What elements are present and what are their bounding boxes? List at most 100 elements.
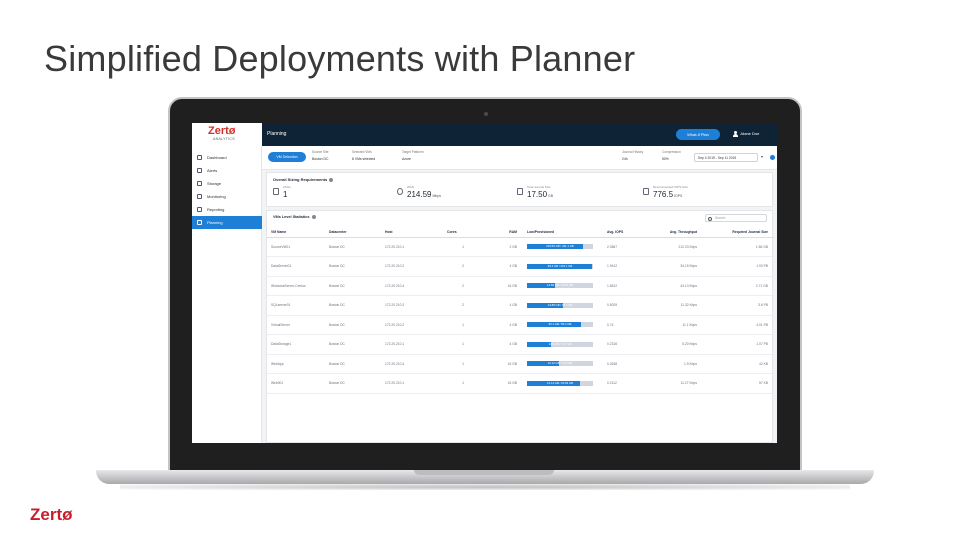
column-header[interactable]: Host — [381, 227, 443, 238]
table-row[interactable]: WindowsServer-Centos Boston DC 172.20.210.… — [267, 276, 774, 296]
metric-value: 1 — [283, 190, 288, 199]
table-cell: 0.2638 — [603, 354, 645, 374]
search-input[interactable]: Search — [705, 214, 767, 222]
table-row[interactable]: WebApp Boston DC 172.20.210.4 1 16 GB 10.12 G… — [267, 354, 774, 374]
provisioned-bar-cell: 12.89 GB / 149.5 GB — [523, 276, 603, 296]
provisioned-bar: 10.12 GB / 19.9 GB — [527, 361, 593, 367]
what-if-plan-button[interactable]: What-if Plan — [676, 129, 720, 140]
page-title: Planning — [267, 131, 287, 137]
metric-number: 17.50 — [527, 190, 548, 199]
column-header[interactable]: Required Journal Size — [703, 227, 774, 238]
laptop-notch — [414, 470, 554, 475]
table-cell: 172.20.210.4 — [381, 354, 443, 374]
table-cell: 1.56 GB — [703, 237, 774, 257]
table-cell: Boston DC — [325, 237, 381, 257]
column-header[interactable]: Cores — [443, 227, 479, 238]
table-row[interactable]: SQLserver01 Boston DC 172.20.210.2 2 4 GB 13.… — [267, 295, 774, 316]
metric-value: 214.59Mbps — [407, 190, 441, 199]
provisioned-bar: 16.14 GB / 20.56 GB — [527, 380, 593, 386]
table-row[interactable]: Web001 Boston DC 172.20.210.1 1 16 GB 16.14 G… — [267, 373, 774, 394]
table-cell: 1.9412 — [603, 256, 645, 277]
user-menu[interactable]: Jdane Doe — [740, 131, 759, 136]
vm-statistics-title-text: VMs Level Statistics — [273, 215, 310, 219]
provisioned-bar-text: 16.14 GB / 20.56 GB — [547, 380, 573, 385]
provisioned-bar-cell: 13.88 GB / 43.1 GB — [523, 295, 603, 316]
dashboard-icon — [197, 155, 202, 160]
sidebar-item-alerts[interactable]: Alerts — [192, 164, 262, 177]
sidebar-item-label: Dashboard — [207, 155, 227, 160]
metric-label: Recommended IOPS Size — [653, 185, 689, 189]
column-header[interactable]: Avg. Throughput — [645, 227, 703, 238]
table-cell: 0.2112 — [603, 373, 645, 394]
table-cell: 4 GB — [479, 295, 523, 316]
sidebar-item-monitoring[interactable]: Monitoring — [192, 190, 262, 203]
column-header[interactable]: RAM — [479, 227, 523, 238]
sidebar-item-planning[interactable]: Planning — [192, 216, 262, 229]
table-row[interactable]: DataServer01 Boston DC 172.20.210.2 2 4 GB 89… — [267, 256, 774, 277]
search-icon — [708, 216, 712, 221]
provisioned-bar-cell: 89.3 GB / 203.1 GB — [523, 256, 603, 277]
table-cell: Boston DC — [325, 373, 381, 394]
table-cell: 1.9 Kbps — [645, 354, 703, 374]
column-header[interactable]: Avg. IOPS — [603, 227, 645, 238]
sidebar-item-storage[interactable]: Storage — [192, 177, 262, 190]
table-cell: 172.20.210.1 — [381, 334, 443, 355]
sizing-title: Overall Sizing Requirements — [273, 177, 334, 182]
table-cell: WebApp — [267, 354, 325, 374]
help-icon[interactable] — [329, 177, 334, 182]
sidebar-item-reporting[interactable]: Reporting — [192, 203, 262, 216]
journal-icon — [517, 188, 523, 195]
table-cell: 16 GB — [479, 354, 523, 374]
laptop-camera — [484, 112, 488, 116]
sidebar-item-dashboard[interactable]: Dashboard — [192, 151, 262, 164]
chevron-down-icon[interactable]: ▾ — [761, 154, 763, 159]
table-cell: VirtualServer — [267, 315, 325, 335]
vm-selection-button[interactable]: VM Selection — [268, 152, 306, 162]
table-row[interactable]: SourceVM01 Boston DC 172.20.210.1 1 2 GB 218.… — [267, 237, 774, 257]
column-header[interactable]: VM Name — [267, 227, 325, 238]
table-cell: 172.20.210.1 — [381, 237, 443, 257]
vm-statistics-title: VMs Level Statistics — [273, 215, 316, 219]
table-row[interactable]: VirtualServer Boston DC 172.20.210.2 1 4 GB 8… — [267, 315, 774, 335]
sidebar-item-label: Monitoring — [207, 194, 226, 199]
provisioned-bar: 218.56 GB / 431.1 GB — [527, 244, 593, 250]
date-range-picker[interactable]: Sep 4 2019 - Sep 11 2019 — [694, 153, 758, 162]
info-label: Target Platform — [402, 150, 424, 154]
help-icon[interactable] — [311, 215, 316, 219]
app-logo-text: Zertø — [208, 125, 236, 137]
column-header[interactable]: Datacenter — [325, 227, 381, 238]
table-cell: 11.27 Kbps — [645, 373, 703, 394]
info-icon[interactable] — [770, 155, 775, 160]
table-cell: Boston DC — [325, 276, 381, 296]
column-header[interactable]: Low/Provisioned — [523, 227, 603, 238]
journal-history-info: Journal History 24h — [622, 150, 643, 161]
metric-unit: GB — [548, 194, 554, 198]
provisioned-bar-text: 12.89 GB / 149.5 GB — [547, 283, 573, 288]
metric-label: WAN — [407, 185, 414, 189]
table-cell: 1.07 PB — [703, 334, 774, 355]
search-placeholder: Search — [715, 216, 726, 220]
metric-unit: IOPS — [674, 194, 683, 198]
app-header: Zertø ANALYTICS Planning What-if Plan Jd… — [192, 123, 777, 146]
table-cell: 11.32 Kbps — [645, 295, 703, 316]
info-value: 8 VMs selected — [352, 157, 376, 161]
table-cell: 2 — [443, 276, 479, 296]
provisioned-bar: 13.88 GB / 43.1 GB — [527, 302, 593, 308]
table-cell: 2.3567 — [603, 237, 645, 257]
table-cell: DataServer01 — [267, 256, 325, 277]
table-row[interactable]: DataStorage1 Boston DC 172.20.210.1 1 4 GB 14… — [267, 334, 774, 355]
target-platform-info: Target Platform Azure — [402, 150, 424, 161]
app-logo[interactable]: Zertø ANALYTICS — [192, 123, 262, 146]
server-icon — [273, 188, 279, 195]
table-cell: Boston DC — [325, 354, 381, 374]
table-cell: 172.20.210.2 — [381, 315, 443, 335]
source-site-info: Source Site Boston DC — [312, 150, 328, 161]
table-cell: WindowsServer-Centos — [267, 276, 325, 296]
table-header-row: VM Name Datacenter Host Cores RAM Low/Pr… — [267, 227, 774, 238]
footer-logo: Zertø — [30, 505, 73, 524]
table-cell: 2 — [443, 256, 479, 277]
table-cell: 4.01 PB — [703, 315, 774, 335]
provisioned-bar-cell: 14.9 GB / 70.1 GB — [523, 334, 603, 355]
sidebar: Dashboard Alerts Storage Monitoring Repo… — [192, 146, 262, 443]
metric-label: Total Journal Size — [527, 185, 551, 189]
